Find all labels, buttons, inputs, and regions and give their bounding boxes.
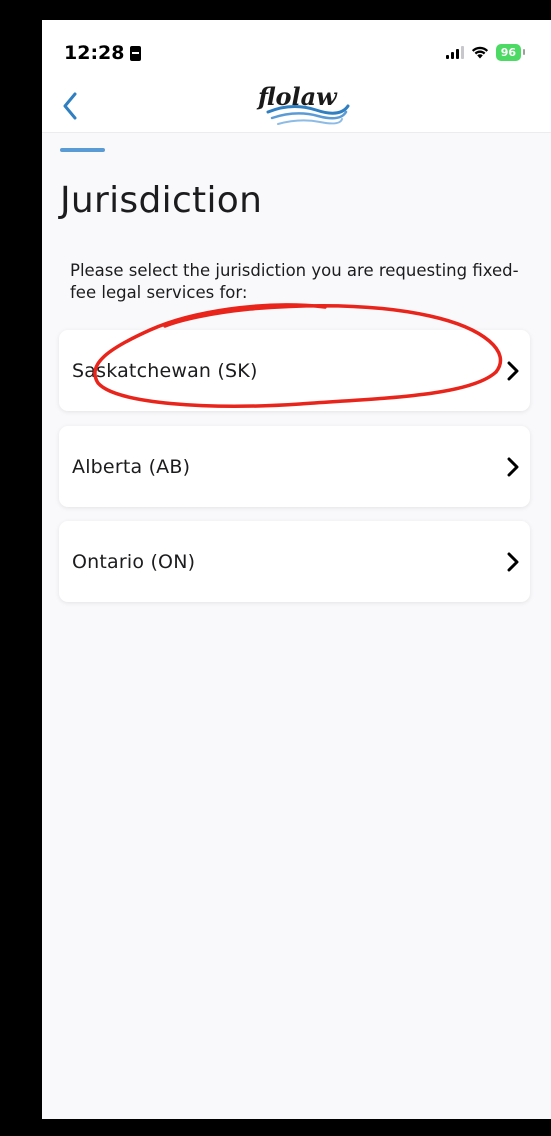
battery-icon: 96 [495,44,526,61]
chevron-right-icon [507,457,519,476]
progress-indicator [60,148,105,152]
status-time-group: 12:28 [64,42,142,64]
battery-percent: 96 [500,46,516,59]
status-indicators: 96 [445,44,526,61]
option-alberta[interactable]: Alberta (AB) [59,426,530,507]
wifi-icon [471,46,488,59]
option-label: Alberta (AB) [72,455,191,478]
option-saskatchewan[interactable]: Saskatchewan (SK) [59,330,530,411]
back-button[interactable] [52,86,88,126]
option-label: Saskatchewan (SK) [72,359,258,382]
status-bar: 12:28 96 [42,20,551,80]
nav-bar: flolaw [42,80,551,133]
chevron-right-icon [507,361,519,380]
instruction-text: Please select the jurisdiction you are r… [70,261,519,302]
chevron-left-icon [63,92,77,120]
page-title: Jurisdiction [60,180,263,221]
signal-icon [445,46,464,59]
phone-screen: 12:28 96 flolaw Jurisdiction Please sele… [42,20,551,1119]
chevron-right-icon [507,552,519,571]
focus-icon [130,45,142,61]
status-time: 12:28 [64,42,125,64]
logo-wave-icon [266,104,350,125]
option-label: Ontario (ON) [72,550,196,573]
option-ontario[interactable]: Ontario (ON) [59,521,530,602]
